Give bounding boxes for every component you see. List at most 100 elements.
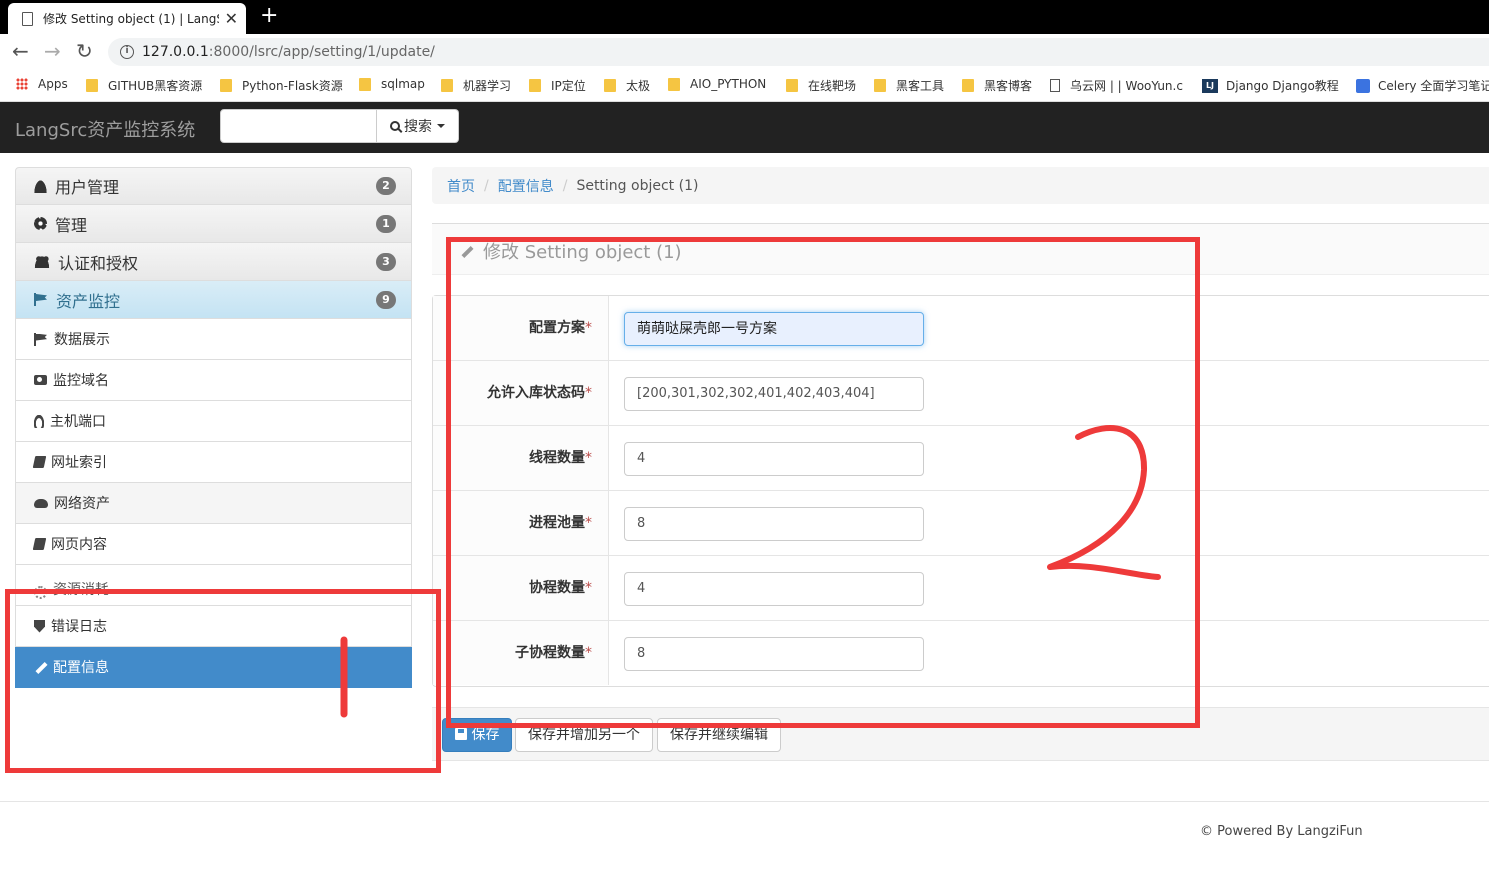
close-icon[interactable]: ✕ [225, 9, 238, 28]
sidebar: 用户管理 2 管理 1 认证和授权 3 资产监控 9 数据展示 监控域名 主机端… [15, 167, 412, 688]
bookmark-item[interactable]: sqlmap [359, 77, 425, 91]
bookmark-item[interactable]: AIO_PYTHON [668, 77, 766, 91]
field-label: 协程数量* [433, 556, 609, 620]
sidebar-group-admin[interactable]: 管理 1 [15, 205, 412, 243]
flag-icon [34, 332, 48, 346]
browser-tab-bar: 修改 Setting object (1) | LangSr ✕ + [0, 0, 1489, 34]
search-icon [390, 121, 400, 131]
users-icon [34, 255, 50, 268]
count-badge: 3 [376, 252, 396, 271]
field-label: 进程池量* [433, 491, 609, 555]
page-icon [1050, 79, 1060, 92]
bookmark-item[interactable]: 太极 [604, 77, 650, 94]
book-icon [32, 456, 47, 468]
spinner-icon [34, 586, 47, 599]
address-bar: ← → ↻ i 127.0.0.1:8000/lsrc/app/setting/… [0, 34, 1489, 70]
linux-icon [34, 414, 44, 428]
bookmark-item[interactable]: 乌云网 | | WooYun.c [1050, 77, 1183, 94]
gear-icon [34, 217, 47, 230]
pen-icon [1356, 78, 1370, 93]
sidebar-item-config-info[interactable]: 配置信息 [15, 647, 412, 688]
count-badge: 9 [376, 290, 396, 309]
info-icon[interactable]: i [120, 45, 134, 59]
new-tab-icon[interactable]: + [260, 4, 278, 28]
bookmarks-bar: Apps GITHUB黑客资源 Python-Flask资源 sqlmap 机器… [0, 70, 1489, 102]
book-icon [32, 538, 47, 550]
reload-icon[interactable]: ↻ [76, 40, 93, 62]
sidebar-group-user-management[interactable]: 用户管理 2 [15, 167, 412, 205]
app-navbar: LangSrc资产监控系统 搜索 [0, 102, 1489, 153]
bookmark-item[interactable]: 在线靶场 [786, 77, 856, 94]
field-label: 子协程数量* [433, 621, 609, 685]
sidebar-item-url-index[interactable]: 网址索引 [15, 442, 412, 483]
bookmark-item[interactable]: Celery 全面学习笔记 [1356, 77, 1489, 94]
caret-down-icon [437, 124, 445, 128]
bookmark-item[interactable]: GITHUB黑客资源 [86, 77, 202, 94]
breadcrumb-home-link[interactable]: 首页 [447, 176, 475, 196]
floppy-disk-icon [454, 728, 467, 740]
back-icon[interactable]: ← [12, 40, 29, 62]
bookmark-item[interactable]: Python-Flask资源 [220, 77, 343, 94]
folder-icon [441, 79, 453, 92]
bookmark-item[interactable]: 黑客工具 [874, 77, 944, 94]
form-row-sub-coroutine-count: 子协程数量* 8 [433, 621, 1489, 686]
breadcrumb-separator: / [562, 177, 568, 194]
breadcrumb-current: Setting object (1) [576, 177, 699, 194]
sidebar-group-asset-monitor[interactable]: 资产监控 9 [15, 281, 412, 319]
folder-icon [359, 77, 371, 91]
form-row-process-pool: 进程池量* 8 [433, 491, 1489, 556]
bookmark-item[interactable]: LJ Django Django教程 [1202, 77, 1339, 94]
footer-divider [0, 801, 1489, 802]
field-label: 配置方案* [433, 296, 609, 360]
page-header: 修改 Setting object (1) [432, 223, 1489, 275]
search-button[interactable]: 搜索 [377, 109, 459, 143]
thread-count-input[interactable]: 4 [624, 442, 924, 476]
folder-icon [529, 79, 541, 92]
sidebar-item-error-log[interactable]: 错误日志 [15, 606, 412, 647]
sidebar-item-data-display[interactable]: 数据展示 [15, 319, 412, 360]
folder-icon [86, 79, 98, 92]
page-title: 修改 Setting object (1) [460, 238, 682, 264]
form-row-scheme: 配置方案* 萌萌哒屎壳郎一号方案 [433, 296, 1489, 361]
field-label: 允许入库状态码* [433, 361, 609, 425]
bookmark-item[interactable]: 机器学习 [441, 77, 511, 94]
form-row-coroutine-count: 协程数量* 4 [433, 556, 1489, 621]
sidebar-item-resource-usage[interactable]: 资源消耗 [15, 565, 412, 606]
browser-tab[interactable]: 修改 Setting object (1) | LangSr ✕ [8, 3, 246, 34]
process-pool-input[interactable]: 8 [624, 507, 924, 541]
pencil-icon [34, 661, 47, 674]
settings-form: 配置方案* 萌萌哒屎壳郎一号方案 允许入库状态码* [200,301,302,3… [432, 295, 1489, 687]
user-icon [34, 179, 47, 193]
breadcrumb-section-link[interactable]: 配置信息 [498, 176, 554, 196]
url-text: 127.0.0.1:8000/lsrc/app/setting/1/update… [142, 44, 435, 60]
scheme-input[interactable]: 萌萌哒屎壳郎一号方案 [624, 312, 924, 346]
sidebar-group-auth[interactable]: 认证和授权 3 [15, 243, 412, 281]
browser-tab-title: 修改 Setting object (1) | LangSr [43, 12, 219, 26]
folder-icon [220, 79, 232, 92]
coroutine-count-input[interactable]: 4 [624, 572, 924, 606]
bookmark-item[interactable]: IP定位 [529, 77, 586, 94]
url-box[interactable]: i 127.0.0.1:8000/lsrc/app/setting/1/upda… [108, 38, 1489, 66]
bookmark-apps[interactable]: Apps [16, 77, 68, 91]
cloud-icon [34, 498, 48, 508]
save-button[interactable]: 保存 [442, 718, 512, 752]
forward-icon[interactable]: → [44, 40, 61, 62]
camera-icon [34, 375, 47, 385]
status-codes-input[interactable]: [200,301,302,302,401,402,403,404] [624, 377, 924, 411]
sub-coroutine-count-input[interactable]: 8 [624, 637, 924, 671]
breadcrumb-separator: / [484, 177, 489, 194]
breadcrumb: 首页 / 配置信息 / Setting object (1) [432, 167, 1489, 204]
sidebar-item-host-port[interactable]: 主机端口 [15, 401, 412, 442]
form-actions: 保存 保存并增加另一个 保存并继续编辑 [432, 707, 1489, 761]
pencil-icon [460, 245, 473, 258]
sidebar-item-monitor-domain[interactable]: 监控域名 [15, 360, 412, 401]
save-and-add-another-button[interactable]: 保存并增加另一个 [515, 718, 653, 752]
brand-title[interactable]: LangSrc资产监控系统 [15, 116, 195, 142]
sidebar-item-network-assets[interactable]: 网络资产 [15, 483, 412, 524]
sidebar-item-web-content[interactable]: 网页内容 [15, 524, 412, 565]
search-input[interactable] [220, 109, 377, 143]
save-and-continue-button[interactable]: 保存并继续编辑 [657, 718, 781, 752]
form-row-thread-count: 线程数量* 4 [433, 426, 1489, 491]
bookmark-item[interactable]: 黑客博客 [962, 77, 1032, 94]
footer-credit: © Powered By LangziFun [1200, 824, 1363, 839]
